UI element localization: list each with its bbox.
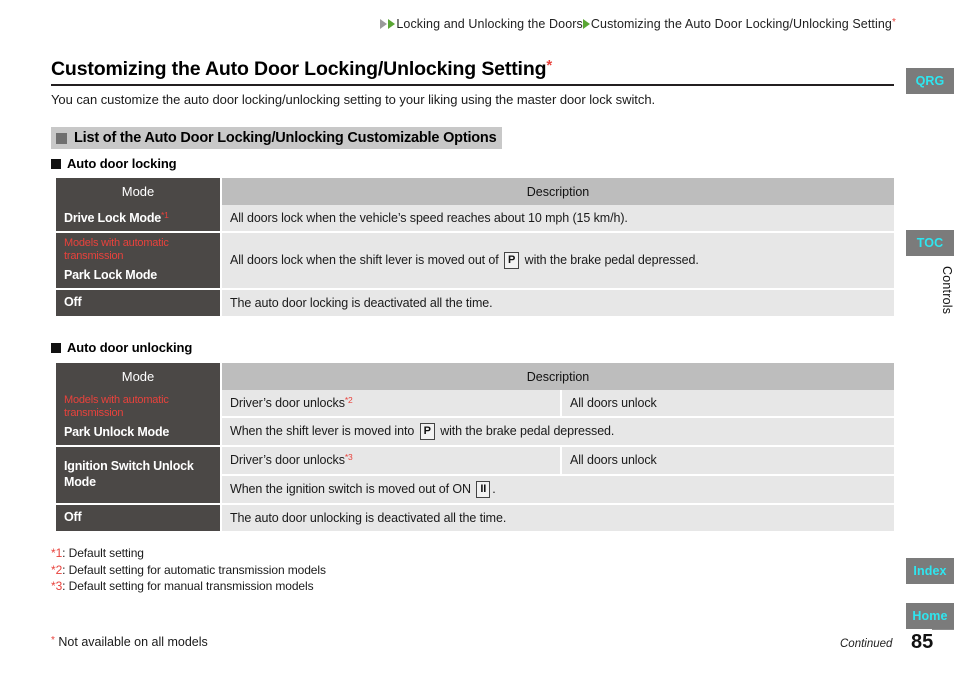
description-text-pre: When the shift lever is moved into — [230, 424, 415, 439]
cell-mode-ignition-switch-unlock: Ignition Switch Unlock Mode — [56, 446, 222, 505]
cell-ignition-unlock-all-doors: All doors unlock — [561, 446, 894, 476]
bottom-note: * Not available on all models — [51, 635, 208, 649]
side-tab-index[interactable]: Index — [906, 558, 954, 584]
models-note-label: Models with automatic transmission — [64, 394, 169, 420]
column-header-mode: Mode — [56, 178, 222, 205]
section-banner: List of the Auto Door Locking/Unlocking … — [51, 127, 503, 149]
section-banner-label: List of the Auto Door Locking/Unlocking … — [74, 130, 497, 146]
column-header-description: Description — [221, 178, 894, 205]
footnote-mark: *2 — [51, 562, 63, 577]
bottom-note-text: Not available on all models — [58, 635, 208, 649]
breadcrumb-separator-arrow-icon — [582, 19, 590, 29]
cell-park-unlock-condition: When the shift lever is moved into P wit… — [221, 417, 894, 448]
subheading-label: Auto door unlocking — [67, 340, 193, 355]
side-tab-controls-label: Controls — [940, 265, 954, 315]
footnote-item: *3: Default setting for manual transmiss… — [51, 578, 326, 595]
cell-mode-off-unlocking: Off — [56, 503, 222, 533]
side-tab-toc[interactable]: TOC — [906, 230, 954, 256]
breadcrumb-item-locking-unlocking-doors[interactable]: Locking and Unlocking the Doors — [396, 17, 583, 31]
mode-label: Ignition Switch Unlock Mode — [64, 459, 194, 489]
table-auto-door-unlocking: Mode Description Models with automatic t… — [56, 363, 894, 533]
models-note-label: Models with automatic transmission — [64, 237, 169, 263]
cell-description-off-locking: The auto door locking is deactivated all… — [221, 288, 894, 319]
mode-label: Off — [64, 295, 82, 310]
breadcrumb-item-current[interactable]: Customizing the Auto Door Locking/Unlock… — [591, 17, 892, 31]
square-bullet-icon — [56, 132, 67, 144]
breadcrumb-arrow-icon — [380, 19, 388, 29]
footnote-item: *1: Default setting — [51, 545, 326, 562]
cell-park-unlock-all-doors: All doors unlock — [561, 390, 894, 419]
footnote-mark: *1 — [51, 546, 63, 560]
shift-position-p-icon: P — [504, 252, 520, 270]
description-text: Driver’s door unlocks — [230, 396, 345, 410]
subheading-auto-door-locking: Auto door locking — [51, 156, 177, 171]
table-header-row: Mode Description — [56, 363, 894, 390]
column-header-description: Description — [221, 363, 894, 390]
continued-label: Continued — [840, 638, 893, 650]
table-row: Models with automatic transmission Park … — [56, 232, 894, 290]
table-row: Off The auto door locking is deactivated… — [56, 288, 894, 319]
breadcrumb: Locking and Unlocking the Doors Customizi… — [0, 17, 896, 31]
title-divider — [51, 84, 894, 86]
page-title: Customizing the Auto Door Locking/Unlock… — [51, 57, 894, 81]
cell-description-drive-lock: All doors lock when the vehicle’s speed … — [221, 205, 894, 234]
side-tab-home[interactable]: Home — [906, 603, 954, 629]
table-header-row: Mode Description — [56, 178, 894, 205]
table-row: Off The auto door unlocking is deactivat… — [56, 503, 894, 533]
cell-ignition-unlock-driver-door: Driver’s door unlocks*3 — [221, 446, 562, 476]
page-title-text: Customizing the Auto Door Locking/Unlock… — [51, 58, 547, 80]
square-bullet-icon — [51, 158, 61, 169]
cell-mode-drive-lock: Drive Lock Mode*1 — [56, 205, 222, 234]
mode-label: Park Lock Mode — [64, 268, 158, 283]
cell-description-off-unlocking: The auto door unlocking is deactivated a… — [221, 503, 894, 533]
subheading-label: Auto door locking — [67, 156, 177, 171]
cell-mode-park-lock: Models with automatic transmission Park … — [56, 232, 222, 290]
side-tab-qrg[interactable]: QRG — [906, 68, 954, 94]
table-row: Models with automatic transmission Park … — [56, 390, 894, 448]
square-bullet-icon — [51, 342, 61, 353]
cell-mode-park-unlock: Models with automatic transmission Park … — [56, 390, 222, 448]
mode-label: Off — [64, 509, 82, 524]
footnote-item: *2: Default setting for automatic transm… — [51, 562, 326, 579]
cell-description-park-lock: All doors lock when the shift lever is m… — [221, 232, 894, 290]
table-row: Drive Lock Mode*1 All doors lock when th… — [56, 205, 894, 234]
page-title-asterisk: * — [546, 57, 553, 74]
description-text: Driver’s door unlocks — [230, 453, 345, 468]
bottom-note-asterisk: * — [51, 635, 55, 646]
mode-label: Park Unlock Mode — [64, 425, 170, 440]
shift-position-p-icon: P — [419, 423, 435, 441]
footnote-list: *1: Default setting *2: Default setting … — [51, 545, 326, 595]
footnote-ref: *1 — [161, 209, 169, 220]
footnote-text: : Default setting for manual transmissio… — [62, 579, 314, 593]
page-number: 85 — [911, 631, 934, 653]
description-text-post: with the brake pedal depressed. — [524, 253, 699, 268]
cell-park-unlock-driver-door: Driver’s door unlocks*2 — [221, 390, 562, 419]
description-text-pre: When the ignition switch is moved out of… — [230, 481, 471, 496]
intro-paragraph: You can customize the auto door locking/… — [51, 92, 656, 107]
cell-ignition-unlock-condition: When the ignition switch is moved out of… — [221, 474, 894, 505]
footnote-text: : Default setting for automatic transmis… — [62, 562, 326, 577]
footnote-ref: *3 — [344, 452, 353, 463]
footnote-ref: *2 — [344, 395, 353, 405]
description-text-post: . — [492, 481, 496, 496]
breadcrumb-asterisk: * — [892, 17, 896, 28]
mode-label: Drive Lock Mode — [64, 210, 162, 225]
table-row: Ignition Switch Unlock Mode Driver’s doo… — [56, 446, 894, 505]
cell-mode-off-locking: Off — [56, 288, 222, 319]
column-header-mode: Mode — [56, 363, 222, 390]
subheading-auto-door-unlocking: Auto door unlocking — [51, 340, 192, 355]
ignition-position-ii-icon: II — [476, 480, 491, 498]
footnote-mark: *3 — [51, 579, 63, 593]
table-auto-door-locking: Mode Description Drive Lock Mode*1 All d… — [56, 178, 894, 319]
description-text-pre: All doors lock when the shift lever is m… — [230, 253, 499, 268]
breadcrumb-arrow-green-icon — [388, 19, 396, 29]
description-text-post: with the brake pedal depressed. — [440, 424, 615, 439]
footnote-text: : Default setting — [62, 546, 144, 560]
